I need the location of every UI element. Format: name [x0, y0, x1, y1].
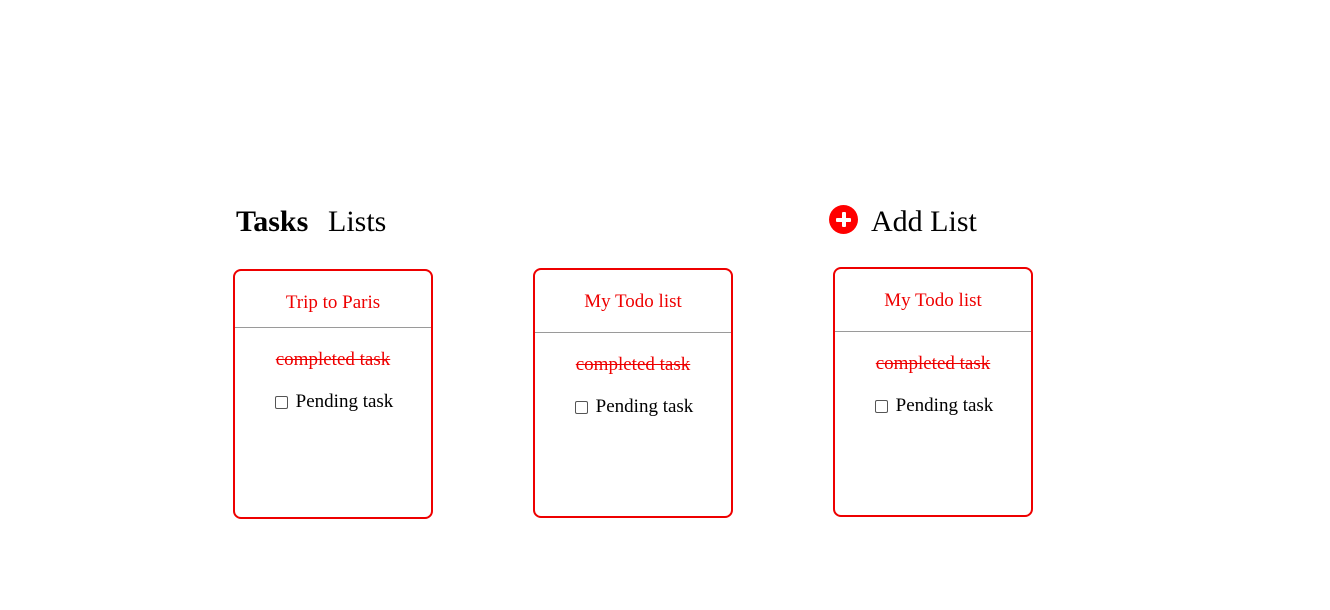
tab-lists[interactable]: Lists	[328, 203, 386, 241]
task-list: completed task Pending task	[235, 328, 431, 414]
task-checkbox[interactable]	[874, 399, 888, 413]
task-list: completed task Pending task	[535, 333, 731, 419]
task-checkbox[interactable]	[274, 395, 288, 409]
task-checkbox[interactable]	[574, 400, 588, 414]
add-list-label[interactable]: Add List	[871, 203, 977, 241]
list-card-title: My Todo list	[535, 270, 731, 333]
completed-task[interactable]: completed task	[276, 348, 391, 372]
pending-task-label: Pending task	[595, 396, 694, 417]
list-card: My Todo list completed task Pending task	[833, 267, 1033, 517]
list-card: My Todo list completed task Pending task	[533, 268, 733, 518]
list-card: Trip to Paris completed task Pending tas…	[233, 269, 433, 519]
pending-task-label: Pending task	[895, 395, 994, 416]
tab-tasks[interactable]: Tasks	[236, 203, 308, 241]
app-root: Tasks Lists Add List Trip to Paris compl…	[0, 0, 1330, 610]
pending-task: Pending task	[535, 395, 731, 419]
completed-task[interactable]: completed task	[576, 353, 691, 377]
add-list-button[interactable]: Add List	[829, 203, 977, 241]
pending-task: Pending task	[835, 394, 1031, 418]
list-card-title: Trip to Paris	[235, 271, 431, 328]
list-card-title: My Todo list	[835, 269, 1031, 332]
pending-task: Pending task	[235, 390, 431, 414]
plus-circle-icon[interactable]	[829, 205, 858, 234]
completed-task[interactable]: completed task	[876, 352, 991, 376]
pending-task-label: Pending task	[295, 391, 394, 412]
task-list: completed task Pending task	[835, 332, 1031, 418]
